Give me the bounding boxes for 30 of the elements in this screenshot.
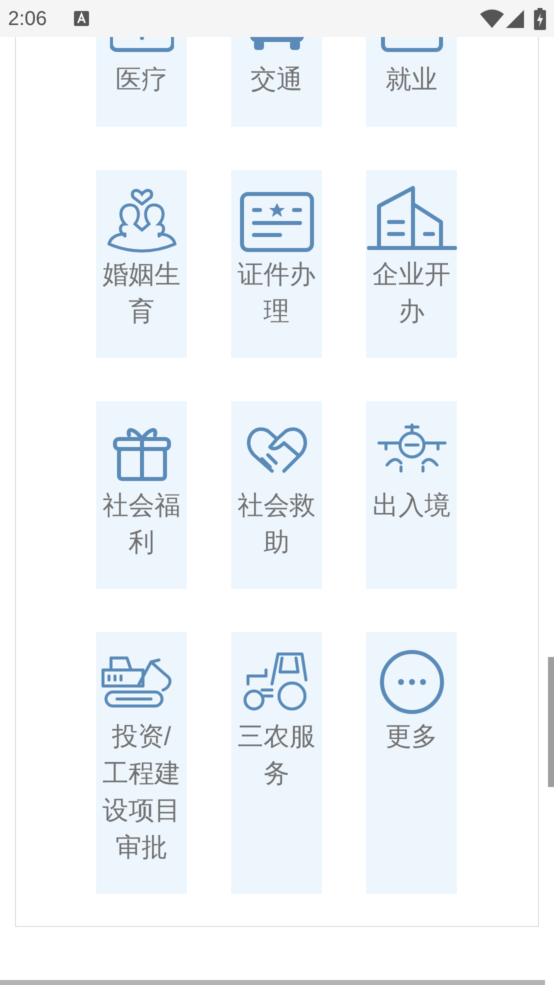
clock: 2:06 bbox=[8, 6, 47, 32]
service-label: 投资/工程建设项目审批 bbox=[102, 720, 182, 864]
signal-icon bbox=[506, 10, 524, 28]
service-tile[interactable]: 证件办理 bbox=[231, 170, 322, 358]
service-tile[interactable]: 更多 bbox=[366, 632, 457, 894]
service-label: 证件办理 bbox=[236, 258, 316, 328]
service-tile[interactable]: 投资/工程建设项目审批 bbox=[96, 632, 187, 894]
service-label: 社会福利 bbox=[102, 489, 182, 559]
service-tile[interactable]: 交通 bbox=[231, 37, 322, 127]
scrollbar[interactable] bbox=[548, 657, 554, 787]
service-label: 医疗 bbox=[114, 63, 168, 96]
service-label: 交通 bbox=[250, 63, 304, 96]
service-label: 更多 bbox=[384, 720, 438, 753]
service-tile[interactable]: 企业开办 bbox=[366, 170, 457, 358]
service-label: 婚姻生育 bbox=[102, 258, 182, 328]
battery-charging-icon bbox=[534, 8, 546, 30]
wifi-icon bbox=[480, 8, 504, 28]
service-tile[interactable]: 出入境 bbox=[366, 401, 457, 589]
service-label: 三农服务 bbox=[236, 720, 316, 790]
service-tile[interactable]: 婚姻生育 bbox=[96, 170, 187, 358]
service-tile[interactable]: 社会福利 bbox=[96, 401, 187, 589]
service-tile[interactable]: 社会救助 bbox=[231, 401, 322, 589]
service-tile[interactable]: 就业 bbox=[366, 37, 457, 127]
service-label: 就业 bbox=[384, 63, 438, 96]
service-tile[interactable]: 医疗 bbox=[96, 37, 187, 127]
service-tile[interactable]: 三农服务 bbox=[231, 632, 322, 894]
service-label: 社会救助 bbox=[236, 489, 316, 559]
service-label: 出入境 bbox=[372, 489, 452, 522]
keyboard-notification-icon bbox=[74, 11, 89, 26]
service-label: 企业开办 bbox=[372, 258, 452, 328]
